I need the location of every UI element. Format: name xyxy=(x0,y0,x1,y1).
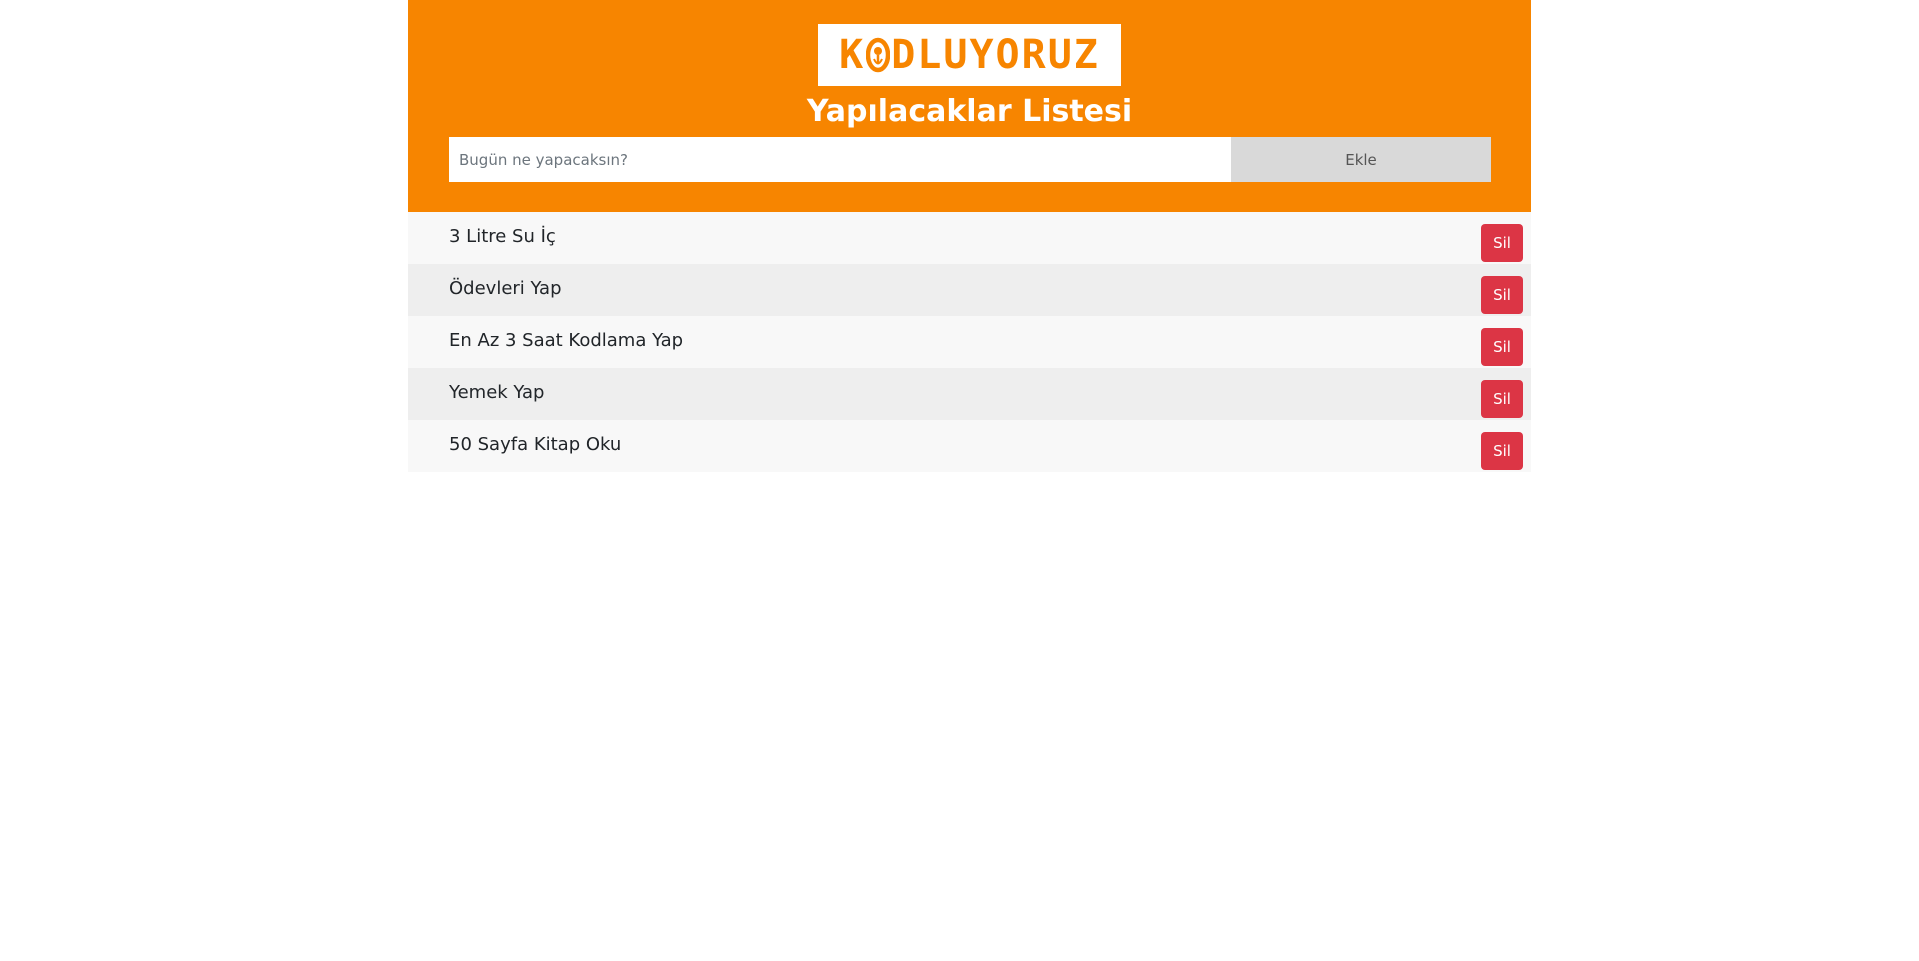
add-todo-form: Ekle xyxy=(449,137,1491,182)
list-item[interactable]: Ödevleri Yap Sil xyxy=(408,264,1531,316)
list-item[interactable]: Yemek Yap Sil xyxy=(408,368,1531,420)
todo-text: 3 Litre Su İç xyxy=(449,226,556,247)
todo-text: En Az 3 Saat Kodlama Yap xyxy=(449,330,684,351)
todo-list: 3 Litre Su İç Sil Ödevleri Yap Sil En Az… xyxy=(408,212,1531,472)
todo-text: Yemek Yap xyxy=(449,382,545,403)
lightbulb-o-icon xyxy=(865,35,891,75)
page-title: Yapılacaklar Listesi xyxy=(806,94,1133,129)
todo-app: K DLUYORUZ Yapılacaklar Listesi Ekle 3 L… xyxy=(408,0,1531,472)
add-button[interactable]: Ekle xyxy=(1231,137,1491,182)
list-item[interactable]: 3 Litre Su İç Sil xyxy=(408,212,1531,264)
list-item[interactable]: En Az 3 Saat Kodlama Yap Sil xyxy=(408,316,1531,368)
list-item[interactable]: 50 Sayfa Kitap Oku Sil xyxy=(408,420,1531,472)
logo-text-start: K xyxy=(839,32,866,78)
delete-button[interactable]: Sil xyxy=(1481,328,1523,366)
todo-text: 50 Sayfa Kitap Oku xyxy=(449,434,622,455)
todo-input[interactable] xyxy=(449,137,1231,182)
delete-button[interactable]: Sil xyxy=(1481,380,1523,418)
logo: K DLUYORUZ xyxy=(818,24,1121,86)
delete-button[interactable]: Sil xyxy=(1481,432,1523,470)
logo-text-end: DLUYORUZ xyxy=(891,32,1100,78)
header: K DLUYORUZ Yapılacaklar Listesi Ekle xyxy=(408,0,1531,212)
logo-text: K DLUYORUZ xyxy=(839,32,1100,78)
delete-button[interactable]: Sil xyxy=(1481,224,1523,262)
todo-text: Ödevleri Yap xyxy=(449,278,562,299)
delete-button[interactable]: Sil xyxy=(1481,276,1523,314)
